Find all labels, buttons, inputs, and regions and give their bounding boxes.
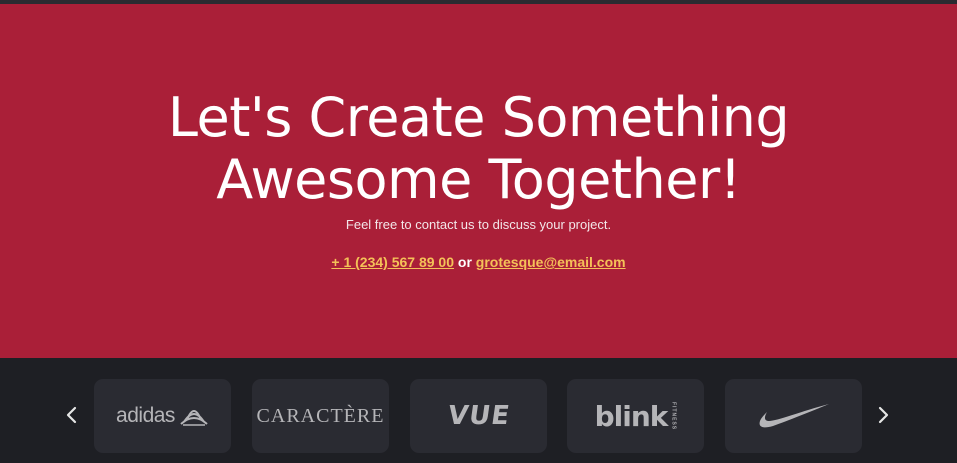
contact-connector: or — [454, 254, 476, 270]
brand-card-vue[interactable]: VUE — [410, 379, 547, 453]
brand-carousel: adidas CARACTÈRE VUE blink FITNESS — [0, 358, 957, 463]
blink-wordmark: blink — [594, 399, 669, 433]
adidas-logo: adidas — [116, 404, 209, 428]
brand-card-nike[interactable] — [725, 379, 862, 453]
blink-logo: blink FITNESS — [595, 400, 677, 433]
hero-title-line-2: Awesome Together! — [216, 148, 741, 211]
brand-card-blink[interactable]: blink FITNESS — [567, 379, 704, 453]
brand-card-adidas[interactable]: adidas — [94, 379, 231, 453]
vue-logo: VUE — [445, 401, 512, 431]
caractere-logo: CARACTÈRE — [256, 404, 385, 427]
email-link[interactable]: grotesque@email.com — [476, 254, 626, 270]
chevron-right-icon[interactable] — [875, 404, 891, 426]
adidas-wordmark: adidas — [116, 404, 175, 427]
hero-title: Let's Create Something Awesome Together! — [0, 87, 957, 211]
phone-link[interactable]: + 1 (234) 567 89 00 — [331, 254, 454, 270]
hero-title-line-1: Let's Create Something — [167, 86, 790, 149]
adidas-trefoil-icon — [180, 410, 208, 426]
hero-subtitle: Feel free to contact us to discuss your … — [345, 217, 612, 232]
contact-hero: Let's Create Something Awesome Together!… — [0, 4, 957, 358]
brand-card-caractere[interactable]: CARACTÈRE — [252, 379, 389, 453]
nike-swoosh-icon — [759, 404, 829, 428]
contact-line: + 1 (234) 567 89 00 or grotesque@email.c… — [0, 253, 957, 271]
blink-tagline: FITNESS — [670, 401, 677, 431]
chevron-left-icon[interactable] — [64, 404, 80, 426]
